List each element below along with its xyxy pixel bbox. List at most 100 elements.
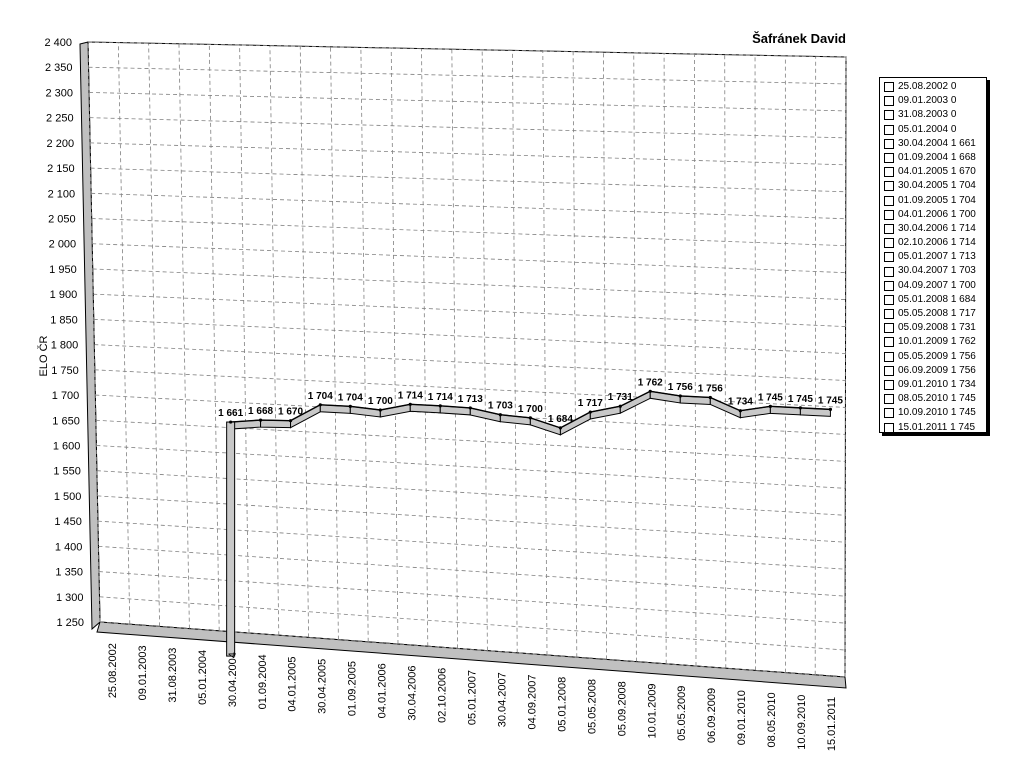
data-point bbox=[559, 426, 562, 429]
x-tick-label: 08.05.2010 bbox=[766, 692, 778, 747]
legend-item: 05.05.2009 1 756 bbox=[884, 350, 986, 364]
legend-label: 30.04.2006 1 714 bbox=[898, 222, 976, 236]
series-drop-bar bbox=[227, 422, 235, 656]
legend-swatch bbox=[884, 281, 894, 291]
data-point bbox=[529, 416, 532, 419]
y-tick-label: 1 550 bbox=[53, 466, 81, 478]
y-tick-label: 2 350 bbox=[45, 62, 73, 74]
legend-swatch bbox=[884, 380, 894, 390]
legend-item: 01.09.2005 1 704 bbox=[884, 194, 986, 208]
legend-swatch bbox=[884, 82, 894, 92]
x-tick-label: 31.08.2003 bbox=[167, 648, 179, 703]
x-tick-label: 10.09.2010 bbox=[796, 695, 808, 750]
legend-item: 08.05.2010 1 745 bbox=[884, 392, 986, 406]
legend-swatch bbox=[884, 337, 894, 347]
x-tick-label: 30.04.2006 bbox=[407, 666, 419, 721]
legend-label: 05.01.2004 0 bbox=[898, 123, 956, 137]
legend-swatch bbox=[884, 352, 894, 362]
legend-item: 06.09.2009 1 756 bbox=[884, 364, 986, 378]
legend-item: 31.08.2003 0 bbox=[884, 108, 986, 122]
legend-swatch bbox=[884, 323, 894, 333]
legend-label: 09.01.2010 1 734 bbox=[898, 378, 976, 392]
legend-label: 15.01.2011 1 745 bbox=[898, 421, 975, 435]
legend-item: 04.01.2006 1 700 bbox=[884, 208, 986, 222]
legend-label: 01.09.2005 1 704 bbox=[898, 194, 976, 208]
legend-swatch bbox=[884, 110, 894, 120]
data-point bbox=[499, 413, 502, 416]
data-point bbox=[619, 405, 622, 408]
y-tick-label: 2 050 bbox=[48, 214, 76, 226]
y-tick-label: 1 400 bbox=[55, 541, 83, 553]
legend-item: 05.01.2004 0 bbox=[884, 123, 986, 137]
data-point bbox=[649, 390, 652, 393]
data-label: 1 762 bbox=[638, 377, 663, 388]
data-label: 1 756 bbox=[698, 383, 723, 394]
data-label: 1 700 bbox=[368, 396, 393, 407]
legend-label: 06.09.2009 1 756 bbox=[898, 364, 976, 378]
legend-item: 09.01.2010 1 734 bbox=[884, 378, 986, 392]
data-label: 1 745 bbox=[818, 395, 843, 406]
data-point bbox=[349, 405, 352, 408]
data-label: 1 734 bbox=[728, 397, 753, 408]
legend-label: 05.01.2008 1 684 bbox=[898, 293, 976, 307]
data-label: 1 704 bbox=[338, 392, 363, 403]
legend-item: 01.09.2004 1 668 bbox=[884, 151, 986, 165]
legend-label: 05.09.2008 1 731 bbox=[898, 321, 976, 335]
data-label: 1 661 bbox=[218, 408, 243, 419]
x-tick-label: 30.04.2007 bbox=[496, 672, 508, 727]
legend-label: 05.05.2008 1 717 bbox=[898, 307, 976, 321]
x-tick-label: 30.04.2004 bbox=[227, 652, 239, 707]
legend-label: 08.05.2010 1 745 bbox=[898, 392, 976, 406]
legend-item: 30.04.2005 1 704 bbox=[884, 179, 986, 193]
y-tick-label: 1 950 bbox=[49, 264, 77, 276]
y-tick-label: 1 750 bbox=[51, 365, 79, 377]
legend-swatch bbox=[884, 153, 894, 163]
y-tick-label: 2 000 bbox=[49, 239, 77, 251]
legend-label: 10.09.2010 1 745 bbox=[898, 406, 976, 420]
legend-label: 04.09.2007 1 700 bbox=[898, 279, 976, 293]
y-tick-label: 1 850 bbox=[50, 314, 78, 326]
legend-item: 05.01.2007 1 713 bbox=[884, 250, 986, 264]
legend-swatch bbox=[884, 394, 894, 404]
data-label: 1 668 bbox=[248, 406, 273, 417]
y-tick-label: 1 500 bbox=[54, 491, 82, 503]
data-point bbox=[229, 420, 232, 423]
data-label: 1 714 bbox=[398, 390, 423, 401]
y-tick-label: 1 250 bbox=[56, 617, 84, 629]
x-tick-label: 02.10.2006 bbox=[437, 668, 449, 723]
y-tick-label: 1 300 bbox=[56, 592, 84, 604]
y-axis-title: ELO ČR bbox=[37, 335, 50, 376]
x-tick-label: 15.01.2011 bbox=[826, 697, 838, 751]
y-tick-label: 1 800 bbox=[51, 340, 79, 352]
legend-swatch bbox=[884, 224, 894, 234]
elo-line-chart: Šafránek David ELO ČR 1 6611 6681 6701 7… bbox=[0, 0, 1024, 768]
x-tick-label: 05.01.2004 bbox=[197, 650, 209, 705]
legend-item: 05.09.2008 1 731 bbox=[884, 321, 986, 335]
y-tick-label: 1 450 bbox=[54, 516, 82, 528]
legend-swatch bbox=[884, 366, 894, 376]
data-point bbox=[709, 396, 712, 399]
legend-swatch bbox=[884, 125, 894, 135]
legend-label: 30.04.2007 1 703 bbox=[898, 264, 976, 278]
legend-swatch bbox=[884, 181, 894, 191]
x-tick-label: 09.01.2003 bbox=[137, 645, 149, 700]
legend-label: 04.01.2006 1 700 bbox=[898, 208, 976, 222]
data-label: 1 745 bbox=[758, 392, 783, 403]
legend-label: 30.04.2004 1 661 bbox=[898, 137, 976, 151]
legend-swatch bbox=[884, 252, 894, 262]
legend-item: 30.04.2006 1 714 bbox=[884, 222, 986, 236]
x-tick-label: 30.04.2005 bbox=[317, 659, 329, 714]
legend-swatch bbox=[884, 238, 894, 248]
data-point bbox=[469, 406, 472, 409]
legend-item: 25.08.2002 0 bbox=[884, 80, 986, 94]
data-point bbox=[439, 404, 442, 407]
legend-swatch bbox=[884, 267, 894, 277]
x-tick-label: 05.05.2008 bbox=[586, 679, 598, 734]
chart-title: Šafránek David bbox=[752, 31, 846, 46]
legend-swatch bbox=[884, 309, 894, 319]
legend-item: 15.01.2011 1 745 bbox=[884, 421, 986, 435]
legend-item: 10.09.2010 1 745 bbox=[884, 406, 986, 420]
legend-item: 30.04.2004 1 661 bbox=[884, 137, 986, 151]
legend-label: 09.01.2003 0 bbox=[898, 94, 956, 108]
y-tick-label: 1 700 bbox=[52, 390, 80, 402]
